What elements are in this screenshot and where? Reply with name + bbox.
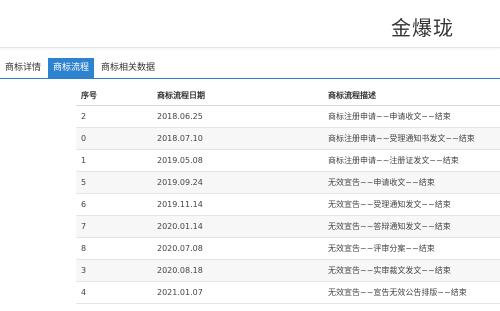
cell-date: 2020.07.08	[152, 237, 323, 260]
column-header-index: 序号	[76, 85, 152, 106]
table-row: 7 2020.01.14 无效宣告~~答辩通知发文~~结束	[76, 215, 500, 238]
process-table: 序号 商标流程日期 商标流程描述 2 2018.06.25 商标注册申请~~申请…	[76, 85, 500, 304]
cell-date: 2018.07.10	[152, 127, 323, 150]
cell-description: 商标注册申请~~受理通知书发文~~结束	[323, 127, 500, 150]
column-header-description: 商标流程描述	[323, 85, 500, 106]
table-row: 2 2018.06.25 商标注册申请~~申请收文~~结束	[76, 105, 500, 128]
table-header-row: 序号 商标流程日期 商标流程描述	[76, 85, 500, 106]
process-table-container: 序号 商标流程日期 商标流程描述 2 2018.06.25 商标注册申请~~申请…	[76, 85, 500, 304]
cell-index: 5	[76, 171, 152, 194]
tab-trademark-process[interactable]: 商标流程	[48, 58, 95, 78]
cell-description: 无效宣告~~评审分案~~结束	[323, 237, 500, 260]
table-row: 6 2019.11.14 无效宣告~~受理通知发文~~结束	[76, 193, 500, 216]
cell-date: 2018.06.25	[152, 105, 323, 128]
tab-trademark-details[interactable]: 商标详情	[0, 58, 46, 78]
table-row: 8 2020.07.08 无效宣告~~评审分案~~结束	[76, 237, 500, 260]
cell-date: 2019.09.24	[152, 171, 323, 194]
table-row: 1 2019.05.08 商标注册申请~~注册证发文~~结束	[76, 149, 500, 172]
cell-date: 2021.01.07	[152, 281, 323, 304]
table-row: 0 2018.07.10 商标注册申请~~受理通知书发文~~结束	[76, 127, 500, 150]
cell-description: 商标注册申请~~申请收文~~结束	[323, 105, 500, 128]
tab-trademark-related-data[interactable]: 商标相关数据	[96, 58, 160, 78]
cell-description: 无效宣告~~宣告无效公告排版~~结束	[323, 281, 500, 304]
cell-date: 2019.05.08	[152, 149, 323, 172]
page-header: 金爆珑	[0, 0, 500, 48]
column-header-date: 商标流程日期	[152, 85, 323, 106]
cell-description: 无效宣告~~受理通知发文~~结束	[323, 193, 500, 216]
cell-description: 商标注册申请~~注册证发文~~结束	[323, 149, 500, 172]
cell-date: 2020.08.18	[152, 259, 323, 282]
cell-index: 1	[76, 149, 152, 172]
cell-date: 2020.01.14	[152, 215, 323, 238]
table-row: 4 2021.01.07 无效宣告~~宣告无效公告排版~~结束	[76, 281, 500, 304]
cell-index: 7	[76, 215, 152, 238]
tab-bar: 商标详情 商标流程 商标相关数据	[0, 57, 500, 79]
cell-index: 0	[76, 127, 152, 150]
cell-index: 3	[76, 259, 152, 282]
cell-date: 2019.11.14	[152, 193, 323, 216]
cell-index: 8	[76, 237, 152, 260]
cell-description: 无效宣告~~实审裁文发文~~结束	[323, 259, 500, 282]
cell-description: 无效宣告~~答辩通知发文~~结束	[323, 215, 500, 238]
table-row: 5 2019.09.24 无效宣告~~申请收文~~结束	[76, 171, 500, 194]
cell-index: 2	[76, 105, 152, 128]
brand-title: 金爆珑	[391, 16, 454, 40]
cell-description: 无效宣告~~申请收文~~结束	[323, 171, 500, 194]
table-row: 3 2020.08.18 无效宣告~~实审裁文发文~~结束	[76, 259, 500, 282]
cell-index: 6	[76, 193, 152, 216]
cell-index: 4	[76, 281, 152, 304]
